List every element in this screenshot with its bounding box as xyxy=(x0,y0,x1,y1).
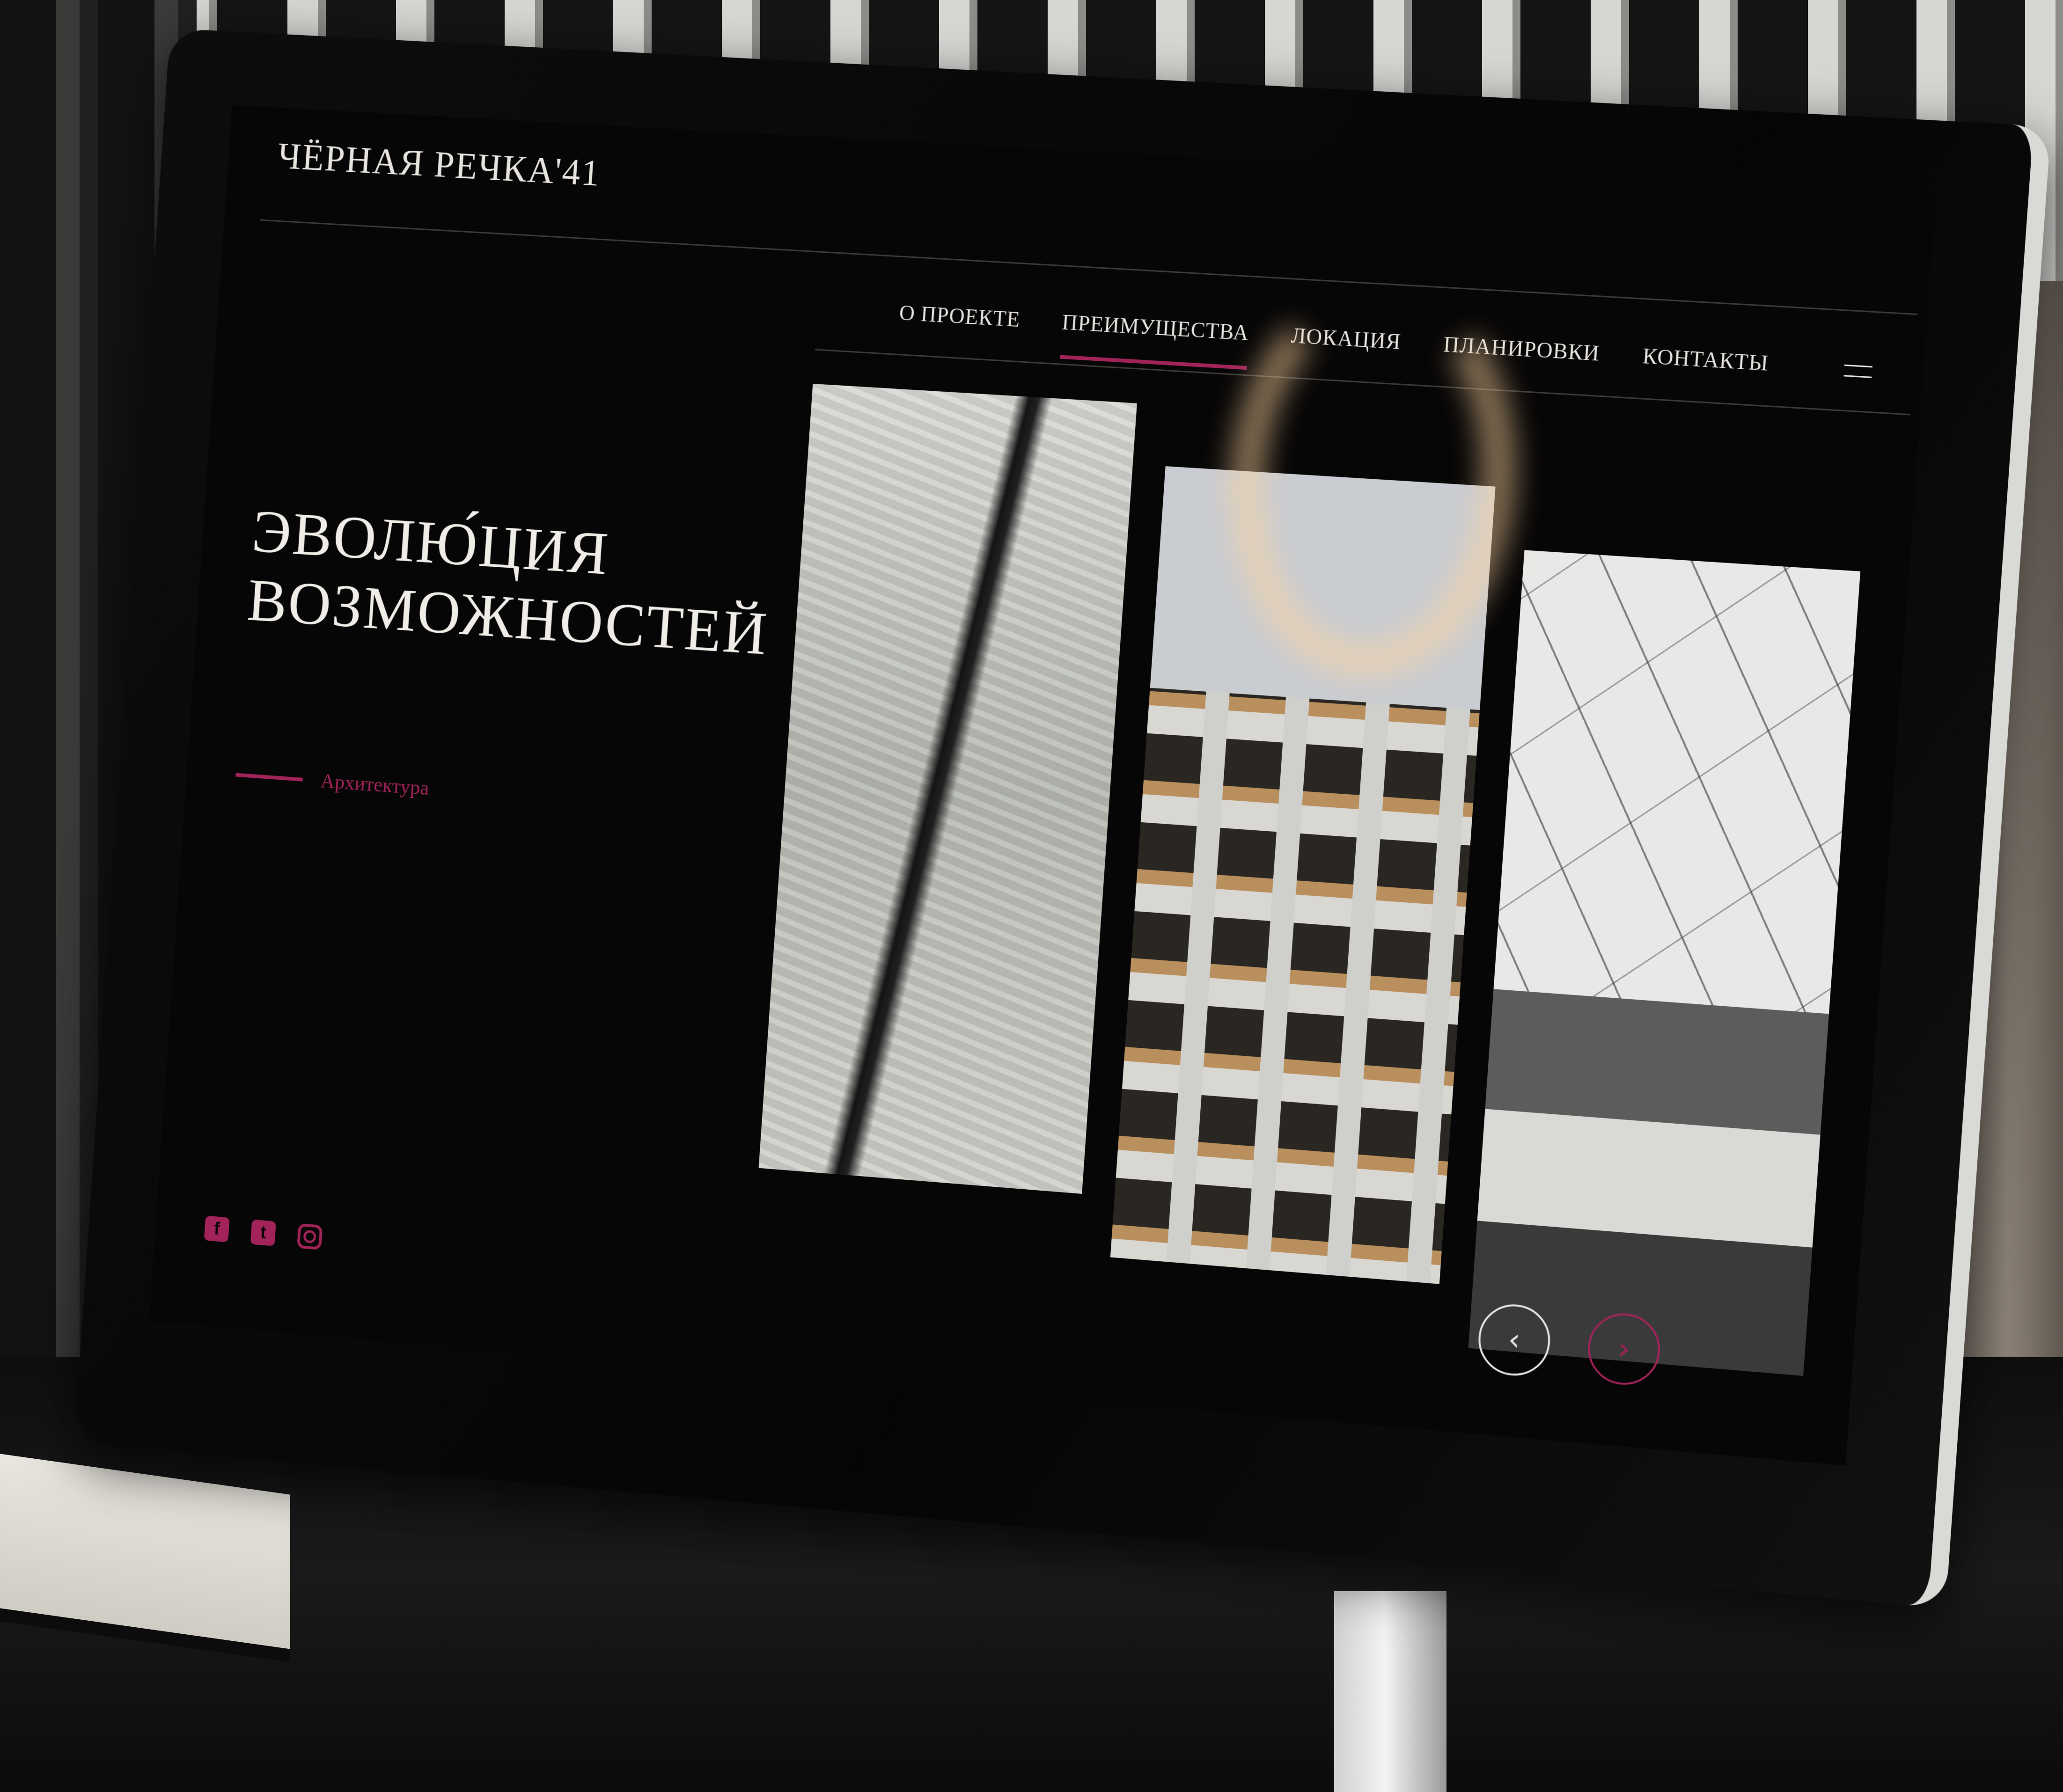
nav-item-advantages[interactable]: ПРЕИМУЩЕСТВА xyxy=(1061,310,1250,345)
category-label: Архитектура xyxy=(235,763,430,800)
nav-item-about[interactable]: О ПРОЕКТЕ xyxy=(898,300,1021,332)
hero-headline: ЭВОЛЮ́ЦИЯ ВОЗМОЖНОСТЕЙ xyxy=(245,497,775,669)
category-text: Архитектура xyxy=(320,769,430,800)
apple-logo-icon xyxy=(879,1454,924,1504)
next-arrow-button[interactable]: › xyxy=(1586,1310,1663,1388)
monitor-stand xyxy=(1334,1591,1446,1792)
slider-controls: ‹ › xyxy=(1476,1302,1663,1388)
stone-texture-image[interactable] xyxy=(758,383,1137,1194)
building-facade-image[interactable] xyxy=(1110,466,1496,1284)
nav-item-location[interactable]: ЛОКАЦИЯ xyxy=(1291,323,1402,354)
site-logo[interactable]: ЧЁРНАЯ РЕЧКА'41 xyxy=(277,135,602,195)
prev-arrow-button[interactable]: ‹ xyxy=(1476,1302,1553,1379)
header-divider xyxy=(260,219,1918,315)
twitter-icon[interactable]: t xyxy=(250,1219,276,1246)
gallery xyxy=(750,383,1869,1376)
monitor: ЧЁРНАЯ РЕЧКА'41 О ПРОЕКТЕ ПРЕИМУЩЕСТВА Л… xyxy=(74,28,2051,1609)
nav-item-plans[interactable]: ПЛАНИРОВКИ xyxy=(1443,332,1600,366)
menu-icon[interactable] xyxy=(1843,364,1873,380)
category-accent-line xyxy=(235,773,303,782)
social-links: f t xyxy=(204,1215,323,1250)
nav-item-contacts[interactable]: КОНТАКТЫ xyxy=(1642,344,1769,376)
marble-interior-image[interactable] xyxy=(1468,550,1861,1376)
facebook-icon[interactable]: f xyxy=(204,1215,230,1243)
screen: ЧЁРНАЯ РЕЧКА'41 О ПРОЕКТЕ ПРЕИМУЩЕСТВА Л… xyxy=(149,105,1936,1466)
main-nav: О ПРОЕКТЕ ПРЕИМУЩЕСТВА ЛОКАЦИЯ ПЛАНИРОВК… xyxy=(898,300,1769,376)
instagram-icon[interactable] xyxy=(297,1223,323,1250)
